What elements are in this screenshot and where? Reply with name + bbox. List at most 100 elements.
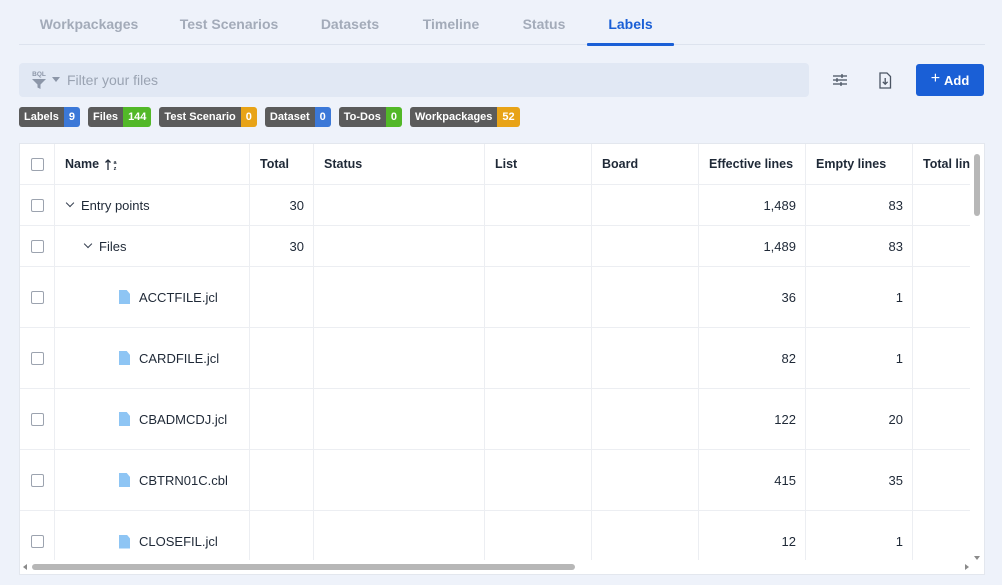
vertical-scrollbar[interactable] bbox=[970, 144, 984, 562]
badge-files[interactable]: Files 144 bbox=[87, 107, 152, 127]
horizontal-scroll-thumb[interactable] bbox=[32, 564, 575, 570]
file-icon bbox=[119, 412, 130, 426]
row-checkbox[interactable] bbox=[31, 535, 44, 548]
file-icon bbox=[119, 351, 130, 365]
tab-workpackages[interactable]: Workpackages bbox=[19, 0, 159, 45]
row-name[interactable]: CLOSEFIL.jcl bbox=[139, 534, 218, 549]
row-name[interactable]: CBADMCDJ.jcl bbox=[139, 412, 227, 427]
row-name[interactable]: CARDFILE.jcl bbox=[139, 351, 219, 366]
badge-test-scenario[interactable]: Test Scenario 0 bbox=[159, 107, 257, 127]
badge-label: Labels bbox=[19, 107, 64, 127]
header-name-label: Name bbox=[65, 157, 100, 171]
badge-count: 0 bbox=[240, 107, 257, 127]
badge-count: 0 bbox=[385, 107, 402, 127]
table-row[interactable]: CBADMCDJ.jcl 122 20 bbox=[20, 389, 972, 450]
row-empty-lines: 1 bbox=[895, 289, 903, 305]
table-row[interactable]: CARDFILE.jcl 82 1 bbox=[20, 328, 972, 389]
header-list[interactable]: List bbox=[495, 144, 591, 184]
row-name: Entry points bbox=[81, 197, 150, 213]
plus-icon: + bbox=[930, 70, 941, 87]
file-download-icon bbox=[879, 71, 892, 89]
settings-button[interactable] bbox=[827, 67, 853, 93]
tab-bar: Workpackages Test Scenarios Datasets Tim… bbox=[19, 0, 985, 46]
export-button[interactable] bbox=[872, 67, 898, 93]
sliders-icon bbox=[833, 74, 847, 86]
scroll-left-icon[interactable] bbox=[23, 564, 27, 570]
badge-count: 0 bbox=[314, 107, 331, 127]
header-status[interactable]: Status bbox=[324, 144, 484, 184]
header-total[interactable]: Total bbox=[260, 144, 314, 184]
row-effective-lines: 1,489 bbox=[763, 197, 796, 213]
file-icon bbox=[119, 473, 130, 487]
table-row[interactable]: ACCTFILE.jcl 36 1 bbox=[20, 267, 972, 328]
row-checkbox[interactable] bbox=[31, 412, 44, 426]
row-checkbox[interactable] bbox=[31, 198, 44, 212]
row-checkbox[interactable] bbox=[31, 290, 44, 304]
row-effective-lines: 415 bbox=[774, 472, 796, 488]
scroll-down-icon[interactable] bbox=[974, 556, 980, 560]
tab-test-scenarios[interactable]: Test Scenarios bbox=[169, 0, 289, 45]
header-empty-lines[interactable]: Empty lines bbox=[816, 144, 913, 184]
tab-timeline[interactable]: Timeline bbox=[415, 0, 487, 45]
horizontal-scrollbar[interactable] bbox=[20, 560, 972, 574]
search-bar: BQL bbox=[19, 63, 809, 97]
tab-datasets[interactable]: Datasets bbox=[311, 0, 389, 45]
badge-dataset[interactable]: Dataset 0 bbox=[264, 107, 331, 127]
table-row[interactable]: Entry points 30 1,489 83 bbox=[20, 185, 972, 226]
row-name[interactable]: ACCTFILE.jcl bbox=[139, 290, 218, 305]
badge-label: To-Dos bbox=[338, 107, 386, 127]
header-name[interactable]: Name a z bbox=[65, 144, 245, 184]
badge-labels[interactable]: Labels 9 bbox=[19, 107, 80, 127]
row-empty-lines: 83 bbox=[888, 238, 903, 254]
row-checkbox[interactable] bbox=[31, 239, 44, 253]
chevron-down-icon[interactable] bbox=[83, 239, 93, 249]
badge-workpackages[interactable]: Workpackages 52 bbox=[409, 107, 520, 127]
row-checkbox[interactable] bbox=[31, 351, 44, 365]
table-row[interactable]: CBTRN01C.cbl 415 35 bbox=[20, 450, 972, 511]
tab-labels[interactable]: Labels bbox=[587, 0, 674, 46]
filter-icon[interactable]: BQL bbox=[29, 69, 49, 91]
header-total-lines[interactable]: Total lines bbox=[923, 144, 972, 184]
files-table: Name a z Total Status List Board Effecti… bbox=[19, 143, 985, 575]
badge-label: Dataset bbox=[264, 107, 315, 127]
tab-status[interactable]: Status bbox=[514, 0, 574, 45]
chevron-down-icon[interactable] bbox=[52, 77, 60, 82]
row-name: Files bbox=[99, 238, 127, 254]
header-effective-lines[interactable]: Effective lines bbox=[709, 144, 806, 184]
row-empty-lines: 83 bbox=[888, 197, 903, 213]
file-icon bbox=[119, 534, 130, 549]
badge-count: 52 bbox=[497, 107, 520, 127]
bql-label: BQL bbox=[32, 71, 46, 78]
row-empty-lines: 20 bbox=[888, 411, 903, 427]
search-input[interactable] bbox=[67, 63, 797, 97]
row-empty-lines: 1 bbox=[895, 350, 903, 366]
add-button-label: Add bbox=[944, 72, 970, 88]
table-row[interactable]: Files 30 1,489 83 bbox=[20, 226, 972, 267]
file-icon bbox=[119, 290, 130, 304]
chevron-down-icon[interactable] bbox=[65, 198, 75, 208]
svg-text:z: z bbox=[114, 166, 117, 171]
row-checkbox[interactable] bbox=[31, 473, 44, 487]
table-header: Name a z Total Status List Board Effecti… bbox=[20, 144, 972, 185]
header-board[interactable]: Board bbox=[602, 144, 698, 184]
row-empty-lines: 35 bbox=[888, 472, 903, 488]
select-all-checkbox[interactable] bbox=[31, 157, 44, 171]
row-name[interactable]: CBTRN01C.cbl bbox=[139, 473, 228, 488]
row-effective-lines: 122 bbox=[774, 411, 796, 427]
badge-label: Workpackages bbox=[409, 107, 498, 127]
row-effective-lines: 36 bbox=[781, 289, 796, 305]
vertical-scroll-thumb[interactable] bbox=[974, 154, 980, 216]
sort-icon[interactable]: a z bbox=[105, 158, 119, 171]
badge-count: 144 bbox=[123, 107, 152, 127]
badge-todos[interactable]: To-Dos 0 bbox=[338, 107, 402, 127]
badge-count: 9 bbox=[63, 107, 80, 127]
row-total: 30 bbox=[289, 238, 304, 254]
badge-label: Files bbox=[87, 107, 124, 127]
add-button[interactable]: + Add bbox=[916, 64, 984, 96]
row-effective-lines: 1,489 bbox=[763, 238, 796, 254]
row-effective-lines: 82 bbox=[781, 350, 796, 366]
scroll-right-icon[interactable] bbox=[965, 564, 969, 570]
summary-badges: Labels 9 Files 144 Test Scenario 0 Dataset 0… bbox=[19, 107, 520, 127]
badge-label: Test Scenario bbox=[159, 107, 241, 127]
row-total: 30 bbox=[289, 197, 304, 213]
